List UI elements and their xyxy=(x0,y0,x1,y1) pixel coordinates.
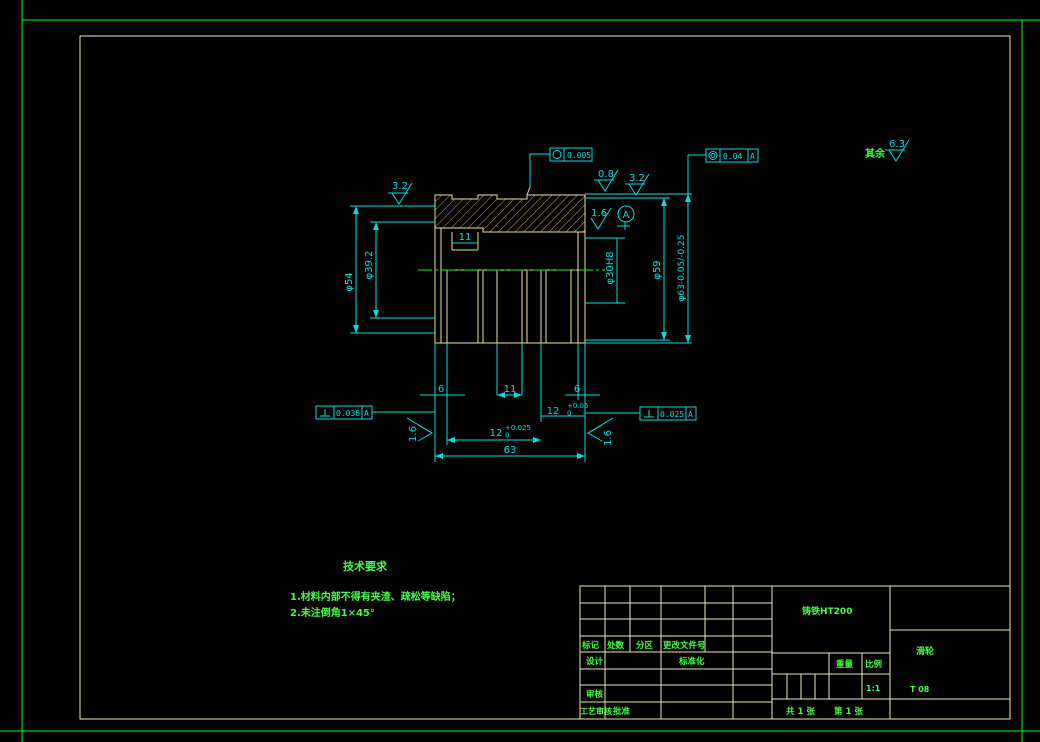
title-block xyxy=(579,585,1011,720)
tb-drawing-no: T 08 xyxy=(910,685,930,694)
roughness-1-6-right: 1.6 xyxy=(603,430,614,446)
dim-total-63: 63 xyxy=(504,445,517,456)
tb-sheet-no: 第 1 张 xyxy=(834,706,863,717)
dim-phi39-2: φ39.2 xyxy=(364,251,375,280)
dim-width-12-lower-tol: +0.025 0 xyxy=(505,424,531,440)
tol-perp-right-datum: A xyxy=(688,410,693,419)
dim-phi63: φ63-0.05/-0.25 xyxy=(677,235,687,302)
tol-roundness-value: 0.005 xyxy=(567,151,591,160)
tolerance-frame-perp-right: 0.025 A xyxy=(585,406,697,421)
notes-line-1: 1.材料内部不得有夹渣、疏松等缺陷； xyxy=(290,590,461,603)
datum-a: A xyxy=(617,205,635,223)
tb-part-name: 滑轮 xyxy=(916,645,934,657)
tol-runout-value: 0.04 xyxy=(723,152,742,161)
roughness-3-2-left: 3.2 xyxy=(392,181,408,192)
tb-review: 审核 xyxy=(586,689,604,700)
dim-width-6-left: 6 xyxy=(438,384,444,395)
dim-width-12-lower: 12 xyxy=(490,428,503,439)
sheet-frame xyxy=(0,0,1040,742)
tb-design: 设计 xyxy=(586,656,604,667)
tol-perp-left-datum: A xyxy=(364,409,369,418)
tol-perp-right-value: 0.025 xyxy=(660,410,684,419)
tb-zone: 分区 xyxy=(636,640,654,651)
tolerance-frame-roundness: 0.005 xyxy=(529,147,593,187)
roughness-6-3: 6.3 xyxy=(889,139,905,150)
roughness-0-8: 0.8 xyxy=(598,169,614,180)
tolerance-frame-perp-left: 0.036 A xyxy=(315,405,435,420)
dim-phi59: φ59 xyxy=(652,260,663,279)
tol-perp-left-value: 0.036 xyxy=(336,409,360,418)
notes-title: 技术要求 xyxy=(343,559,388,573)
roughness-1-6-left: 1.6 xyxy=(408,426,419,442)
roughness-rest-label: 其余 xyxy=(865,147,886,160)
dim-width-6-right: 6 xyxy=(574,384,580,395)
tb-process-review: 工艺审核 xyxy=(580,706,612,716)
tb-count: 处数 xyxy=(606,640,625,651)
roughness-1-6-bore: 1.6 xyxy=(591,208,607,219)
tb-approve: 批准 xyxy=(613,706,631,717)
part-section xyxy=(418,186,605,344)
cad-drawing-sheet: φ54 φ39.2 φ30H8 φ59 φ63-0.05/-0.25 11 6 … xyxy=(0,0,1040,742)
dim-width-12: 12 xyxy=(547,406,560,417)
hatched-rim xyxy=(434,194,586,233)
tb-change-doc: 更改文件号 xyxy=(663,640,706,651)
roughness-symbols xyxy=(388,139,910,442)
tb-weight: 重量 xyxy=(836,659,854,670)
tb-material: 铸铁HT200 xyxy=(802,605,852,617)
roughness-3-2-right: 3.2 xyxy=(629,173,645,184)
dim-phi30: φ30H8 xyxy=(605,251,616,284)
tb-sheets-total: 共 1 张 xyxy=(786,706,815,717)
datum-a-label: A xyxy=(623,210,630,221)
dim-width-11-top: 11 xyxy=(459,232,472,243)
tb-mark: 标记 xyxy=(581,640,600,651)
tb-scale-value: 1:1 xyxy=(866,684,881,693)
notes-line-2: 2.未注倒角1×45° xyxy=(290,606,375,619)
dim-phi54: φ54 xyxy=(344,272,355,291)
drawing-border xyxy=(79,35,1011,720)
tol-runout-datum: A xyxy=(750,152,755,161)
tb-standardize: 标准化 xyxy=(678,656,705,667)
dim-width-11-mid: 11 xyxy=(504,384,517,395)
tolerance-frame-runout: 0.04 A xyxy=(688,148,759,163)
tb-scale: 比例 xyxy=(865,659,883,670)
